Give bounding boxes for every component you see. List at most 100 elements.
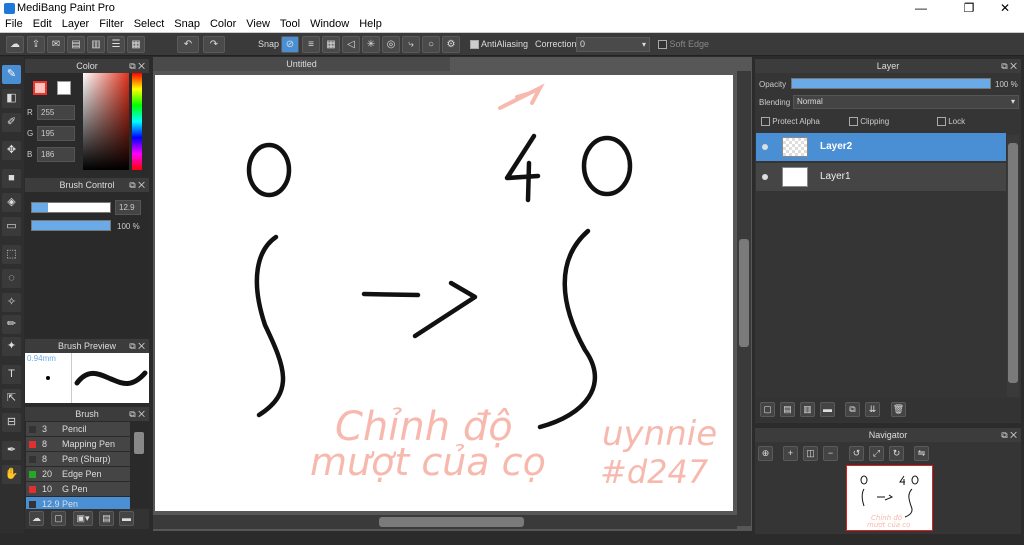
book-icon[interactable]: ▤ <box>67 36 85 53</box>
brush-item[interactable]: 8 Mapping Pen <box>26 437 130 452</box>
correction-select[interactable]: 0 ▾ <box>576 37 650 52</box>
document-tab[interactable]: Untitled <box>153 57 450 71</box>
menu-layer[interactable]: Layer <box>57 17 95 30</box>
new-folder-icon[interactable]: ▬ <box>820 402 835 417</box>
minimize-button[interactable]: — <box>904 0 938 17</box>
flip-icon[interactable]: ⇋ <box>914 446 929 461</box>
color-saturation-picker[interactable] <box>83 73 129 170</box>
menu-view[interactable]: View <box>241 17 275 30</box>
redo-icon[interactable]: ↷ <box>203 36 225 53</box>
antialias-checkbox[interactable] <box>470 40 479 50</box>
move-icon[interactable]: ✥ <box>2 141 21 160</box>
panel-controls-icon[interactable]: ⧉ ✕ <box>129 178 145 192</box>
rotate-left-icon[interactable]: ↺ <box>849 446 864 461</box>
new-halftone-layer-icon[interactable]: ▤ <box>780 402 795 417</box>
layer-opacity-slider[interactable] <box>791 78 991 89</box>
layer-scroll-thumb[interactable] <box>1008 143 1018 383</box>
eyedropper-icon[interactable]: ✒ <box>2 441 21 460</box>
menu-help[interactable]: Help <box>354 17 387 30</box>
grid-icon[interactable]: ▦ <box>127 36 145 53</box>
snap-perspective-icon[interactable]: ◁ <box>342 36 360 53</box>
lasso-icon[interactable]: ◌ <box>2 269 21 288</box>
maximize-button[interactable]: ❐ <box>952 0 986 17</box>
rotate-right-icon[interactable]: ↻ <box>889 446 904 461</box>
brush-size-slider[interactable] <box>31 202 111 213</box>
menu-filter[interactable]: Filter <box>94 17 128 30</box>
document-icon[interactable]: ▥ <box>87 36 105 53</box>
operation-icon[interactable]: ⇱ <box>2 389 21 408</box>
panel-controls-icon[interactable]: ⧉ ✕ <box>129 59 145 73</box>
lock-option[interactable]: Lock <box>937 117 965 127</box>
background-color-swatch[interactable] <box>57 81 71 95</box>
gradient-icon[interactable]: ▭ <box>2 217 21 236</box>
blending-select[interactable]: Normal ▾ <box>793 95 1019 109</box>
zoom-fit-icon[interactable]: ⊕ <box>758 446 773 461</box>
brush-folder-icon[interactable]: ▬ <box>119 511 134 526</box>
snap-radial-icon[interactable]: ✳ <box>362 36 380 53</box>
lock-checkbox[interactable] <box>937 117 946 127</box>
trash-icon[interactable]: 🗑 <box>891 402 906 417</box>
cloud-icon[interactable]: ☁ <box>6 36 24 53</box>
g-value-field[interactable]: 195 <box>37 126 75 141</box>
list-icon[interactable]: ☰ <box>107 36 125 53</box>
cloud-brush-icon[interactable]: ☁ <box>29 511 44 526</box>
select-pen-icon[interactable]: ✏ <box>2 315 21 334</box>
select-rect-icon[interactable]: ⬚ <box>2 245 21 264</box>
divide-icon[interactable]: ⊟ <box>2 413 21 432</box>
eye-icon[interactable] <box>762 144 768 150</box>
close-button[interactable]: ✕ <box>988 0 1022 17</box>
hue-slider[interactable] <box>132 73 142 170</box>
panel-controls-icon[interactable]: ⧉ ✕ <box>129 339 145 353</box>
brush-item[interactable]: 8 Pen (Sharp) <box>26 452 130 467</box>
panel-controls-icon[interactable]: ⧉ ✕ <box>1001 428 1017 442</box>
comment-icon[interactable]: ✉ <box>47 36 65 53</box>
softedge-option[interactable]: Soft Edge <box>658 39 709 50</box>
new-8bit-layer-icon[interactable]: ▥ <box>800 402 815 417</box>
b-value-field[interactable]: 186 <box>37 147 75 162</box>
snap-settings-icon[interactable]: ⚙ <box>442 36 460 53</box>
clipping-checkbox[interactable] <box>849 117 858 127</box>
menu-file[interactable]: File <box>0 17 28 30</box>
fill-icon[interactable]: ◈ <box>2 193 21 212</box>
zoom-out-icon[interactable]: − <box>823 446 838 461</box>
vertical-scrollbar[interactable] <box>737 71 751 526</box>
duplicate-layer-icon[interactable]: ⧉ <box>845 402 860 417</box>
brush-copy-icon[interactable]: ▤ <box>99 511 114 526</box>
new-brush-icon[interactable]: ▢ <box>51 511 66 526</box>
new-layer-icon[interactable]: ▢ <box>760 402 775 417</box>
layer-list-scrollbar[interactable] <box>1007 135 1019 397</box>
text-icon[interactable]: T <box>2 365 21 384</box>
drawing-canvas[interactable]: Chỉnh độ mượt của cọ uynnie #d247 <box>155 75 733 511</box>
panel-controls-icon[interactable]: ⧉ ✕ <box>1001 59 1017 73</box>
menu-select[interactable]: Select <box>129 17 170 30</box>
layer-item-layer2[interactable]: Layer2 <box>756 133 1006 161</box>
protect-alpha-option[interactable]: Protect Alpha <box>761 117 820 127</box>
softedge-checkbox[interactable] <box>658 40 667 50</box>
fit-window-icon[interactable]: ⤢ <box>869 446 884 461</box>
menu-edit[interactable]: Edit <box>28 17 57 30</box>
eraser-icon[interactable]: ◧ <box>2 89 21 108</box>
snap-grid-icon[interactable]: ▦ <box>322 36 340 53</box>
undo-icon[interactable]: ↶ <box>177 36 199 53</box>
r-value-field[interactable]: 255 <box>37 105 75 120</box>
merge-layer-icon[interactable]: ⇊ <box>865 402 880 417</box>
navigator-thumbnail[interactable]: Chỉnh độ mượt của cọ <box>846 465 933 531</box>
hand-icon[interactable]: ✋ <box>2 465 21 484</box>
brush-opacity-slider[interactable] <box>31 220 111 231</box>
layer-item-layer1[interactable]: Layer1 <box>756 163 1006 191</box>
snap-curve-icon[interactable]: ⤷ <box>402 36 420 53</box>
brush-item[interactable]: 10 G Pen <box>26 482 130 497</box>
magic-wand-icon[interactable]: ✧ <box>2 293 21 312</box>
snap-circle-icon[interactable]: ◎ <box>382 36 400 53</box>
clipping-option[interactable]: Clipping <box>849 117 889 127</box>
horizontal-scrollbar[interactable] <box>153 515 737 529</box>
foreground-color-swatch[interactable] <box>33 81 47 95</box>
select-eraser-icon[interactable]: ✦ <box>2 337 21 356</box>
eye-icon[interactable] <box>762 174 768 180</box>
brush-item[interactable]: 3 Pencil <box>26 422 130 437</box>
upload-icon[interactable]: ⇪ <box>27 36 45 53</box>
dot-tool-icon[interactable]: ✐ <box>2 113 21 132</box>
vertical-scroll-thumb[interactable] <box>739 239 749 347</box>
panel-controls-icon[interactable]: ⧉ ✕ <box>129 407 145 421</box>
menu-color[interactable]: Color <box>205 17 241 30</box>
